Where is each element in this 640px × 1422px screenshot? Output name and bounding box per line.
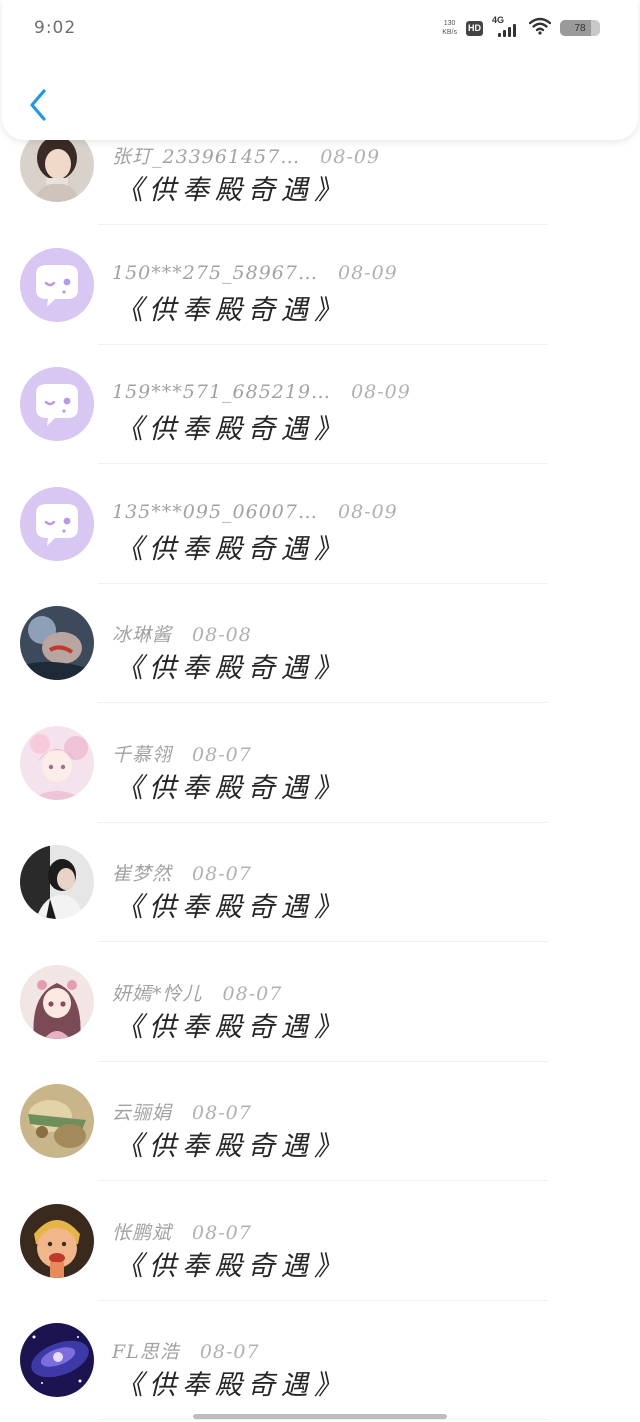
list-item[interactable]: 冰琳酱 08-08 《供奉殿奇遇》 xyxy=(0,584,640,703)
message-preview: 《供奉殿奇遇》 xyxy=(116,892,347,923)
message-meta: 崔梦然 08-07 xyxy=(112,859,252,886)
message-preview: 《供奉殿奇遇》 xyxy=(116,1250,347,1282)
avatar[interactable] xyxy=(20,367,94,441)
status-icons: 130 KB/s HD 4G 78 xyxy=(442,15,600,39)
message-time: 08-09 xyxy=(320,146,381,168)
message-list: 张玎_233961457… 08-09 《供奉殿奇遇》 150***275_5896… xyxy=(0,0,640,1422)
chevron-left-icon xyxy=(28,88,48,126)
battery-level: 78 xyxy=(574,22,586,34)
sender-name: 妍嫣*怜儿 xyxy=(112,982,203,1005)
list-item[interactable]: 云骊娟 08-07 《供奉殿奇遇》 xyxy=(0,1062,640,1181)
message-time: 08-09 xyxy=(337,500,398,523)
network-speed-unit: KB/s xyxy=(442,29,457,36)
message-preview: 《供奉殿奇遇》 xyxy=(116,175,347,206)
message-meta: 云骊娟 08-07 xyxy=(112,1098,252,1125)
avatar[interactable] xyxy=(20,725,94,800)
message-time: 08-08 xyxy=(192,624,252,646)
sender-name: 崔梦然 xyxy=(112,863,173,885)
avatar[interactable] xyxy=(20,1084,94,1158)
message-time: 08-07 xyxy=(222,982,283,1005)
message-meta: 怅鹏斌 08-07 xyxy=(112,1218,252,1245)
sender-name: 150***275_58967… xyxy=(112,261,318,284)
sender-name: 冰琳酱 xyxy=(112,624,173,646)
list-item[interactable]: 千慕翎 08-07 《供奉殿奇遇》 xyxy=(0,704,640,823)
wifi-icon xyxy=(528,17,552,39)
message-preview: 《供奉殿奇遇》 xyxy=(116,1370,347,1401)
status-bar: 9:02 130 KB/s HD 4G 78 xyxy=(0,0,640,56)
cellular-signal-icon: 4G xyxy=(492,15,520,39)
list-item[interactable]: 怅鹏斌 08-07 《供奉殿奇遇》 xyxy=(0,1182,640,1301)
network-speed-value: 130 xyxy=(443,20,456,27)
message-meta: 150***275_58967… 08-09 xyxy=(112,262,398,284)
message-time: 08-09 xyxy=(337,261,398,284)
message-time: 08-07 xyxy=(192,863,252,885)
divider xyxy=(98,1419,548,1420)
message-preview: 《供奉殿奇遇》 xyxy=(116,533,347,565)
list-item[interactable]: 妍嫣*怜儿 08-07 《供奉殿奇遇》 xyxy=(0,943,640,1062)
avatar[interactable] xyxy=(20,606,94,680)
sender-name: 张玎_233961457… xyxy=(112,146,301,168)
message-preview: 《供奉殿奇遇》 xyxy=(116,414,347,445)
message-meta: 妍嫣*怜儿 08-07 xyxy=(112,979,282,1006)
list-item[interactable]: FL思浩 08-07 《供奉殿奇遇》 xyxy=(0,1301,640,1420)
sender-name: FL思浩 xyxy=(112,1341,180,1363)
message-meta: 冰琳酱 08-08 xyxy=(112,620,252,647)
list-item[interactable]: 150***275_58967… 08-09 《供奉殿奇遇》 xyxy=(0,226,640,345)
home-indicator[interactable] xyxy=(193,1414,447,1419)
message-preview: 《供奉殿奇遇》 xyxy=(116,294,347,326)
message-meta: 千慕翎 08-07 xyxy=(112,740,252,767)
message-meta: 张玎_233961457… 08-09 xyxy=(112,142,380,169)
sender-name: 云骊娟 xyxy=(112,1102,173,1124)
avatar[interactable] xyxy=(20,964,94,1039)
avatar[interactable] xyxy=(20,486,94,561)
message-time: 08-09 xyxy=(351,381,411,403)
list-item[interactable]: 135***095_06007… 08-09 《供奉殿奇遇》 xyxy=(0,465,640,584)
message-meta: 159***571_685219… 08-09 xyxy=(112,381,411,403)
sender-name: 千慕翎 xyxy=(112,743,173,766)
message-time: 08-07 xyxy=(192,743,252,766)
message-time: 08-07 xyxy=(192,1102,252,1124)
list-item[interactable]: 崔梦然 08-07 《供奉殿奇遇》 xyxy=(0,823,640,942)
network-speed: 130 KB/s xyxy=(442,19,457,37)
avatar[interactable] xyxy=(20,1203,94,1278)
avatar[interactable] xyxy=(20,247,94,322)
message-preview: 《供奉殿奇遇》 xyxy=(116,772,347,804)
avatar[interactable] xyxy=(20,845,94,919)
status-time: 9:02 xyxy=(34,18,77,38)
message-meta: FL思浩 08-07 xyxy=(112,1337,260,1364)
sender-name: 怅鹏斌 xyxy=(112,1221,173,1244)
message-preview: 《供奉殿奇遇》 xyxy=(116,653,347,684)
back-button[interactable] xyxy=(24,88,52,126)
sender-name: 159***571_685219… xyxy=(112,381,332,403)
list-item[interactable]: 159***571_685219… 08-09 《供奉殿奇遇》 xyxy=(0,345,640,464)
avatar[interactable] xyxy=(20,1323,94,1397)
message-time: 08-07 xyxy=(192,1221,252,1244)
message-preview: 《供奉殿奇遇》 xyxy=(116,1011,347,1043)
battery-icon: 78 xyxy=(560,20,600,36)
message-time: 08-07 xyxy=(199,1341,260,1363)
message-meta: 135***095_06007… 08-09 xyxy=(112,501,398,523)
sender-name: 135***095_06007… xyxy=(112,500,318,523)
hd-icon: HD xyxy=(466,20,483,36)
message-preview: 《供奉殿奇遇》 xyxy=(116,1131,347,1162)
